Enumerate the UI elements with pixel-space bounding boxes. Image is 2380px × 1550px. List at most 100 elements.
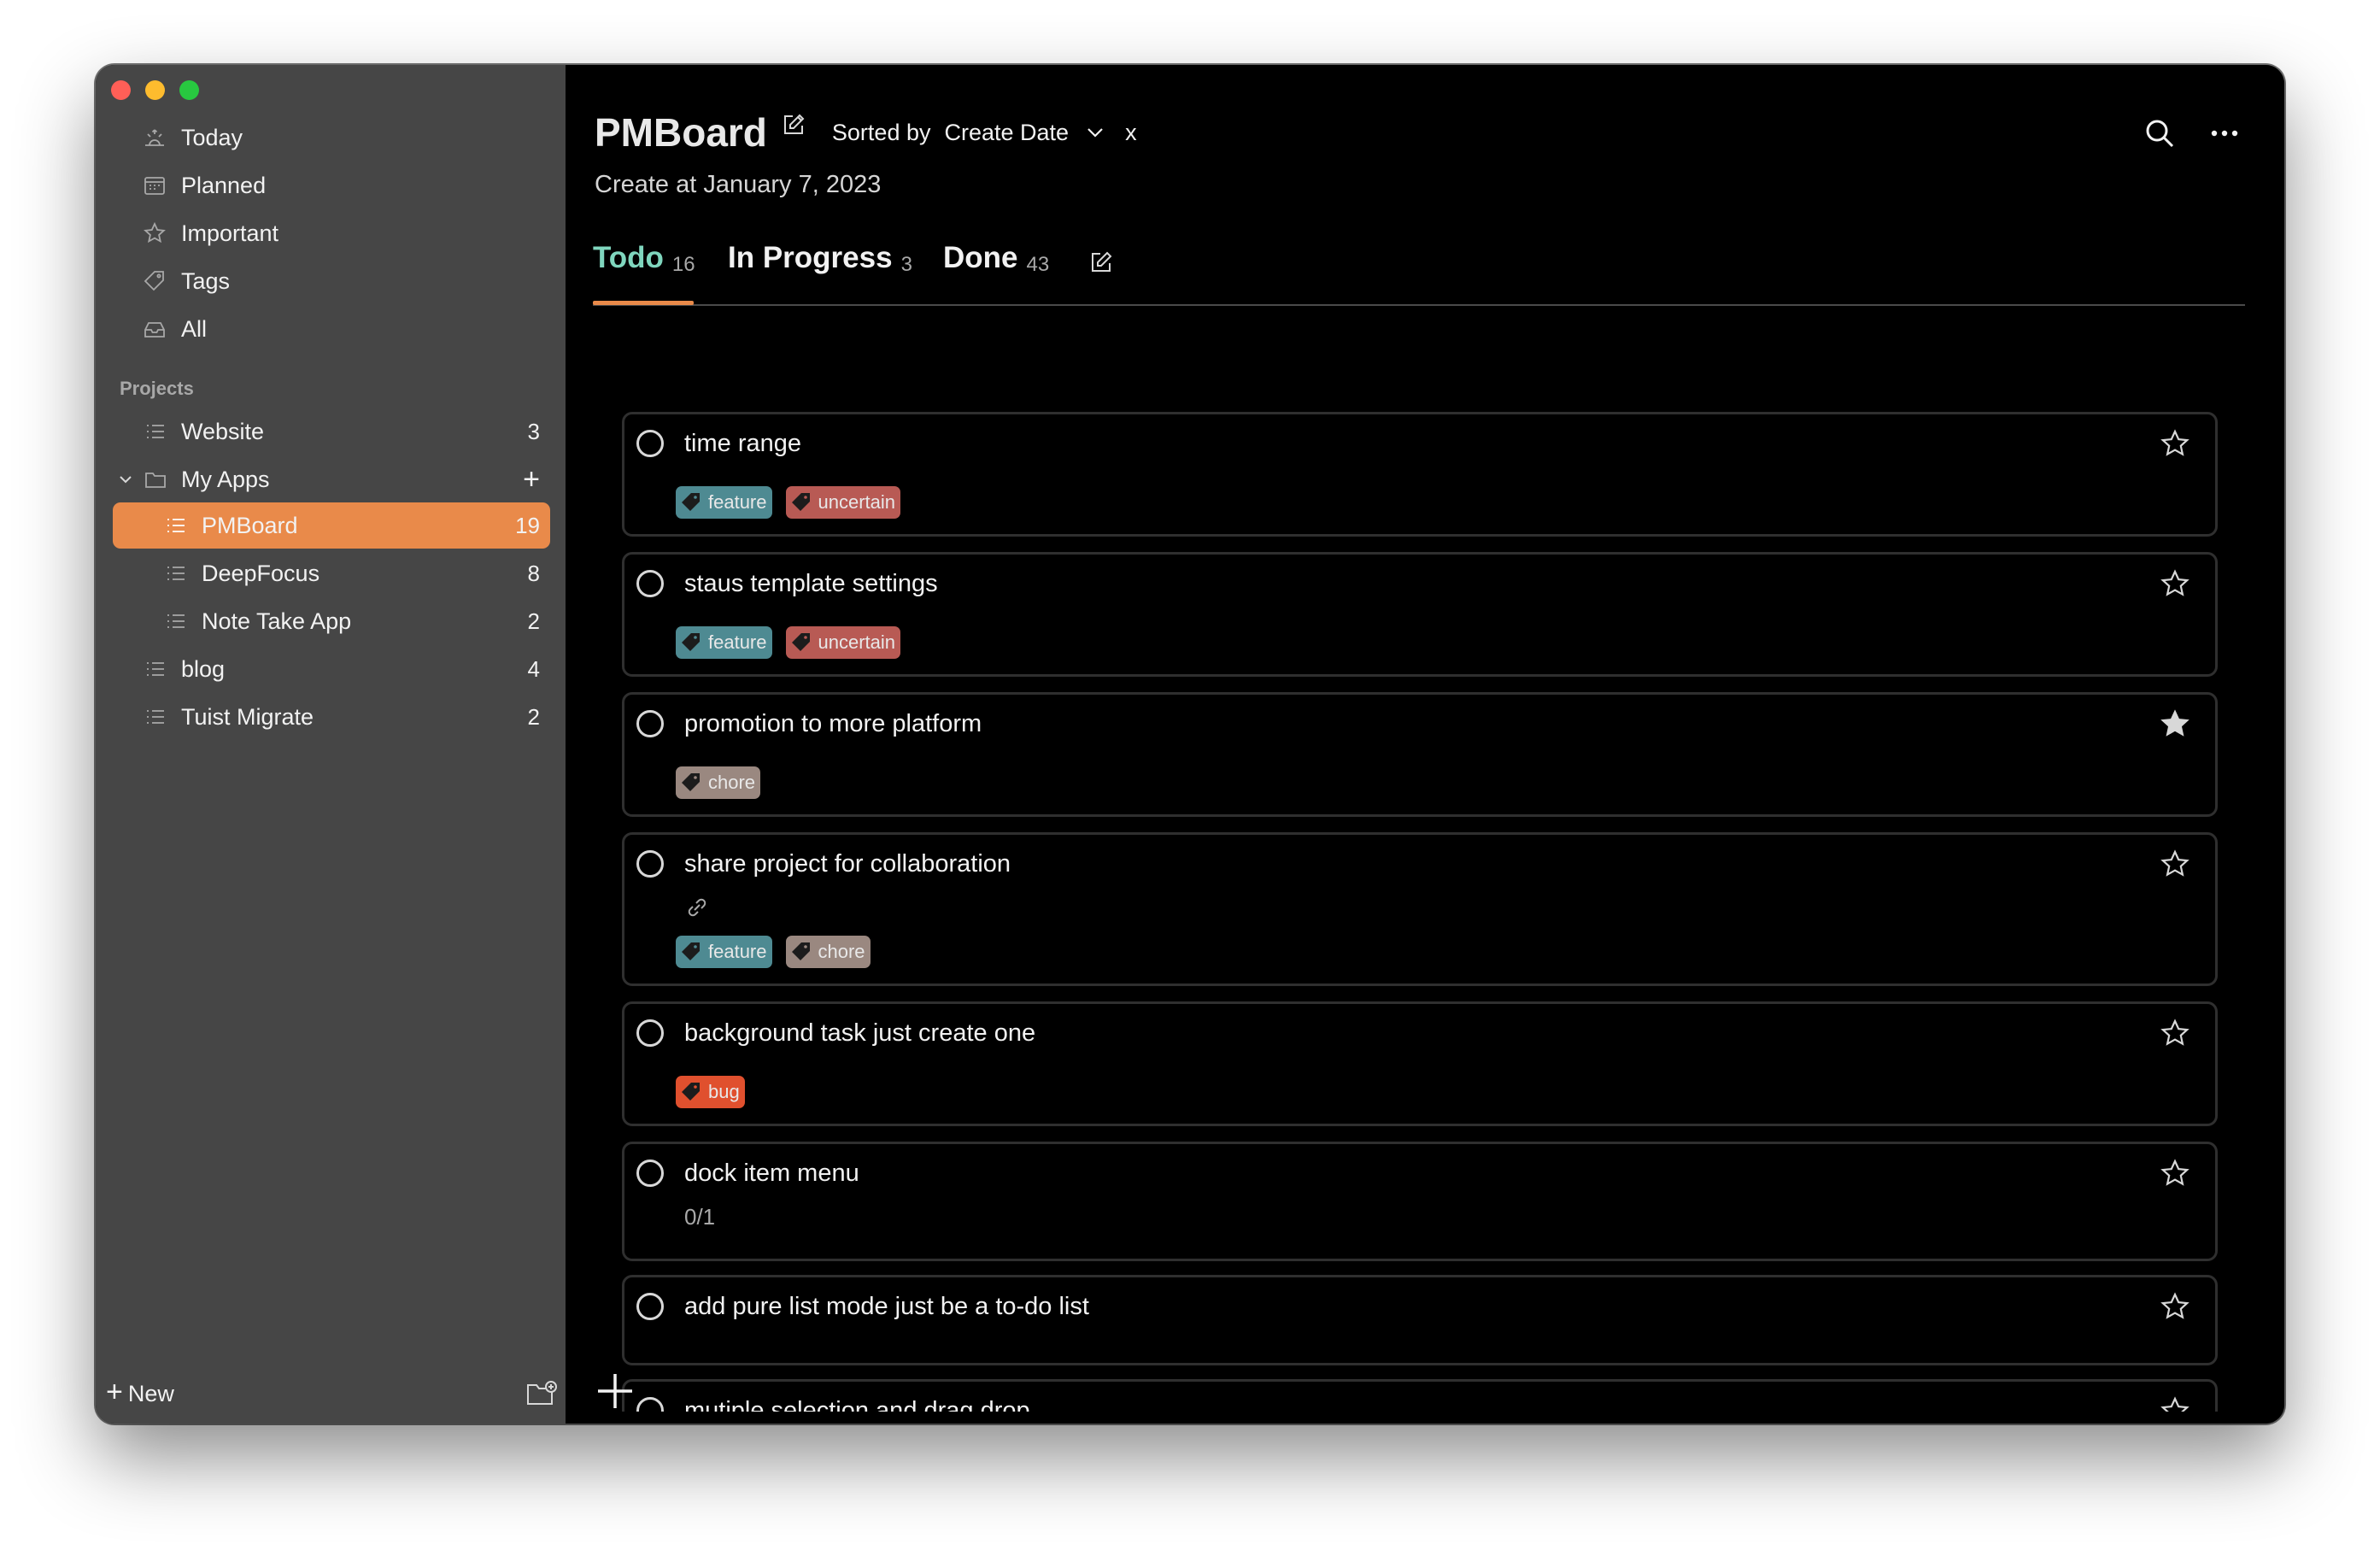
tag-list: chore bbox=[676, 766, 761, 799]
tag-uncertain[interactable]: uncertain bbox=[785, 486, 901, 519]
complete-checkbox[interactable] bbox=[636, 1160, 664, 1187]
tag-feature[interactable]: feature bbox=[676, 936, 772, 968]
complete-checkbox[interactable] bbox=[636, 1019, 664, 1047]
projects-section-label: Projects bbox=[120, 378, 194, 399]
complete-checkbox[interactable] bbox=[636, 1397, 664, 1412]
tag-icon bbox=[682, 942, 700, 960]
new-list-button[interactable]: + New bbox=[106, 1377, 174, 1407]
link-icon[interactable] bbox=[684, 895, 710, 920]
edit-icon[interactable] bbox=[781, 112, 806, 138]
project-note-take-app[interactable]: Note Take App 2 bbox=[113, 598, 550, 644]
complete-checkbox[interactable] bbox=[636, 430, 664, 457]
project-pmboard[interactable]: PMBoard 19 bbox=[113, 502, 550, 549]
edit-tabs-icon[interactable] bbox=[1088, 250, 1114, 275]
task-card[interactable]: promotion to more platform chore bbox=[622, 692, 2218, 817]
tag-label: chore bbox=[818, 941, 865, 962]
close-window-button[interactable] bbox=[111, 80, 131, 100]
chevron-down-icon[interactable] bbox=[1084, 121, 1106, 144]
new-folder-icon[interactable] bbox=[525, 1377, 559, 1411]
tag-uncertain[interactable]: uncertain bbox=[785, 626, 901, 659]
nav-item-important[interactable]: Important bbox=[140, 212, 278, 255]
toolbar bbox=[2143, 116, 2242, 150]
page-title: PMBoard bbox=[595, 110, 767, 155]
star-icon[interactable] bbox=[2159, 1158, 2191, 1190]
calendar-icon bbox=[140, 171, 169, 200]
app-window: Today Planned Important Tags All Project… bbox=[96, 65, 2284, 1424]
tab-done[interactable]: Done 43 bbox=[943, 241, 1049, 302]
created-date: Create at January 7, 2023 bbox=[595, 171, 882, 198]
project-blog[interactable]: blog 4 bbox=[113, 646, 550, 692]
sunrise-icon bbox=[140, 123, 169, 152]
tab-count: 16 bbox=[671, 253, 695, 276]
chevron-down-icon[interactable] bbox=[116, 470, 135, 489]
tag-feature[interactable]: feature bbox=[676, 626, 772, 659]
tray-icon bbox=[140, 314, 169, 343]
task-card[interactable]: share project for collaboration feature … bbox=[622, 832, 2218, 986]
minimize-window-button[interactable] bbox=[145, 80, 165, 100]
folder-my-apps[interactable]: My Apps + bbox=[113, 456, 550, 502]
project-website[interactable]: Website 3 bbox=[113, 408, 550, 455]
project-count: 4 bbox=[527, 655, 540, 682]
star-icon[interactable] bbox=[2159, 1291, 2191, 1324]
clear-sort-button[interactable]: x bbox=[1125, 120, 1137, 146]
more-icon[interactable] bbox=[2207, 116, 2242, 150]
star-icon[interactable] bbox=[2159, 1395, 2191, 1412]
nav-label: All bbox=[181, 315, 208, 342]
task-card[interactable]: mutiple selection and drag drop bbox=[622, 1379, 2218, 1412]
nav-label: Tags bbox=[181, 267, 231, 294]
tag-icon bbox=[682, 493, 700, 511]
nav-label: Important bbox=[181, 220, 279, 246]
task-card[interactable]: time range feature uncertain bbox=[622, 412, 2218, 537]
star-icon[interactable] bbox=[2159, 428, 2191, 461]
star-icon[interactable] bbox=[2159, 1018, 2191, 1050]
tag-chore[interactable]: chore bbox=[676, 766, 761, 799]
tag-label: feature bbox=[708, 941, 767, 962]
star-icon[interactable] bbox=[2159, 848, 2191, 881]
tag-chore[interactable]: chore bbox=[785, 936, 871, 968]
nav-item-planned[interactable]: Planned bbox=[140, 164, 266, 207]
task-card[interactable]: dock item menu 0/1 bbox=[622, 1142, 2218, 1261]
task-card[interactable]: add pure list mode just be a to-do list bbox=[622, 1275, 2218, 1365]
tab-in-progress[interactable]: In Progress 3 bbox=[728, 241, 912, 302]
star-filled-icon[interactable] bbox=[2159, 708, 2191, 741]
star-icon[interactable] bbox=[2159, 568, 2191, 601]
project-tuist-migrate[interactable]: Tuist Migrate 2 bbox=[113, 694, 550, 740]
nav-item-today[interactable]: Today bbox=[140, 116, 243, 159]
tag-icon bbox=[791, 633, 810, 651]
tag-feature[interactable]: feature bbox=[676, 486, 772, 519]
nav-label: Today bbox=[181, 124, 243, 150]
complete-checkbox[interactable] bbox=[636, 710, 664, 737]
project-count: 2 bbox=[527, 703, 540, 730]
complete-checkbox[interactable] bbox=[636, 570, 664, 597]
complete-checkbox[interactable] bbox=[636, 850, 664, 878]
task-card[interactable]: background task just create one bug bbox=[622, 1001, 2218, 1126]
list-icon bbox=[142, 418, 169, 445]
project-label: Website bbox=[181, 418, 265, 444]
nav-label: Planned bbox=[181, 172, 267, 198]
tag-label: bug bbox=[708, 1081, 740, 1102]
sort-dropdown[interactable]: Create Date bbox=[944, 120, 1069, 146]
nav-item-tags[interactable]: Tags bbox=[140, 260, 230, 302]
add-project-button[interactable]: + bbox=[523, 465, 540, 494]
add-task-button[interactable] bbox=[595, 1371, 636, 1412]
sorted-by-label: Sorted by bbox=[831, 119, 931, 145]
project-count: 8 bbox=[527, 560, 540, 586]
search-icon[interactable] bbox=[2143, 116, 2177, 150]
tag-icon bbox=[682, 1083, 700, 1101]
tag-list: feature uncertain bbox=[676, 626, 901, 659]
zoom-window-button[interactable] bbox=[179, 80, 199, 100]
nav-item-all[interactable]: All bbox=[140, 308, 207, 350]
complete-checkbox[interactable] bbox=[636, 1293, 664, 1320]
tab-label: Done bbox=[943, 241, 1018, 274]
list-icon bbox=[162, 512, 190, 539]
task-card[interactable]: staus template settings feature uncertai… bbox=[622, 552, 2218, 677]
tab-todo[interactable]: Todo 16 bbox=[593, 241, 695, 305]
tag-icon bbox=[791, 942, 810, 960]
task-title: staus template settings bbox=[684, 570, 938, 597]
project-count: 2 bbox=[527, 608, 540, 634]
project-label: Note Take App bbox=[202, 608, 352, 634]
project-label: DeepFocus bbox=[202, 560, 320, 586]
tag-bug[interactable]: bug bbox=[676, 1076, 745, 1108]
tag-label: feature bbox=[708, 491, 767, 513]
project-deepfocus[interactable]: DeepFocus 8 bbox=[113, 550, 550, 596]
